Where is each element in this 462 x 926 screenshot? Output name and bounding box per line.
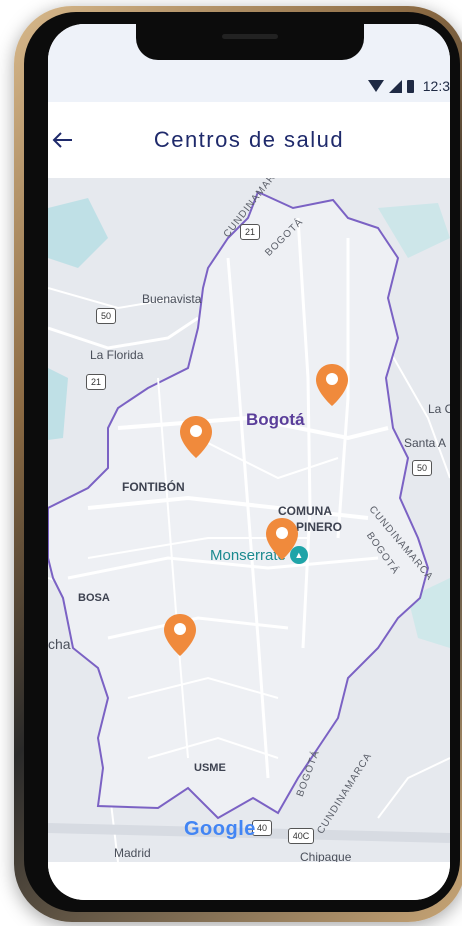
place-label-cha: cha <box>48 636 71 652</box>
app-header: Centros de salud <box>48 102 450 178</box>
road-shield-21-top: 21 <box>240 224 260 240</box>
battery-icon <box>406 79 414 93</box>
city-label: Bogotá <box>246 410 305 429</box>
place-label-pinero: PINERO <box>296 520 343 534</box>
place-label-usme: USME <box>194 762 226 774</box>
google-logo: Google <box>184 818 256 841</box>
place-label-buenavista: Buenavista <box>142 292 202 306</box>
place-label-bosa: BOSA <box>78 592 110 604</box>
cell-signal-icon <box>388 79 402 93</box>
place-label-fontibon: FONTIBÓN <box>122 480 185 494</box>
map-canvas <box>48 190 450 862</box>
phone-screen: 12:3 Centros de salud BOGOTÁ Buenavista … <box>48 24 450 900</box>
location-pin-icon[interactable] <box>314 362 350 408</box>
location-pin-icon[interactable] <box>178 414 214 460</box>
page-title: Centros de salud <box>153 127 345 152</box>
location-pin-icon[interactable] <box>162 612 198 658</box>
phone-notch <box>136 24 364 60</box>
speaker-grille <box>222 34 278 39</box>
map-view[interactable]: CUNDINAMARCA BOGOTÁ Buenavista La Florid… <box>48 178 450 862</box>
road-shield-50-right: 50 <box>412 460 432 476</box>
place-label-la-c: La C <box>428 402 450 416</box>
status-icons: 12:3 <box>367 78 450 94</box>
map-attribution: Google <box>184 818 256 840</box>
place-label-madrid: Madrid <box>114 846 151 860</box>
wifi-icon <box>367 80 384 92</box>
road-shield-21-left: 21 <box>86 374 106 390</box>
location-pin-icon[interactable] <box>264 516 300 562</box>
place-label-chipaque: Chipaque <box>300 850 352 862</box>
road-shield-40c: 40C <box>288 828 314 844</box>
status-time: 12:3 <box>422 78 450 94</box>
bottom-safe-area <box>48 862 450 900</box>
place-label-santa-a: Santa A <box>404 436 447 450</box>
place-label-la-florida: La Florida <box>90 348 144 362</box>
road-shield-50-left: 50 <box>96 308 116 324</box>
